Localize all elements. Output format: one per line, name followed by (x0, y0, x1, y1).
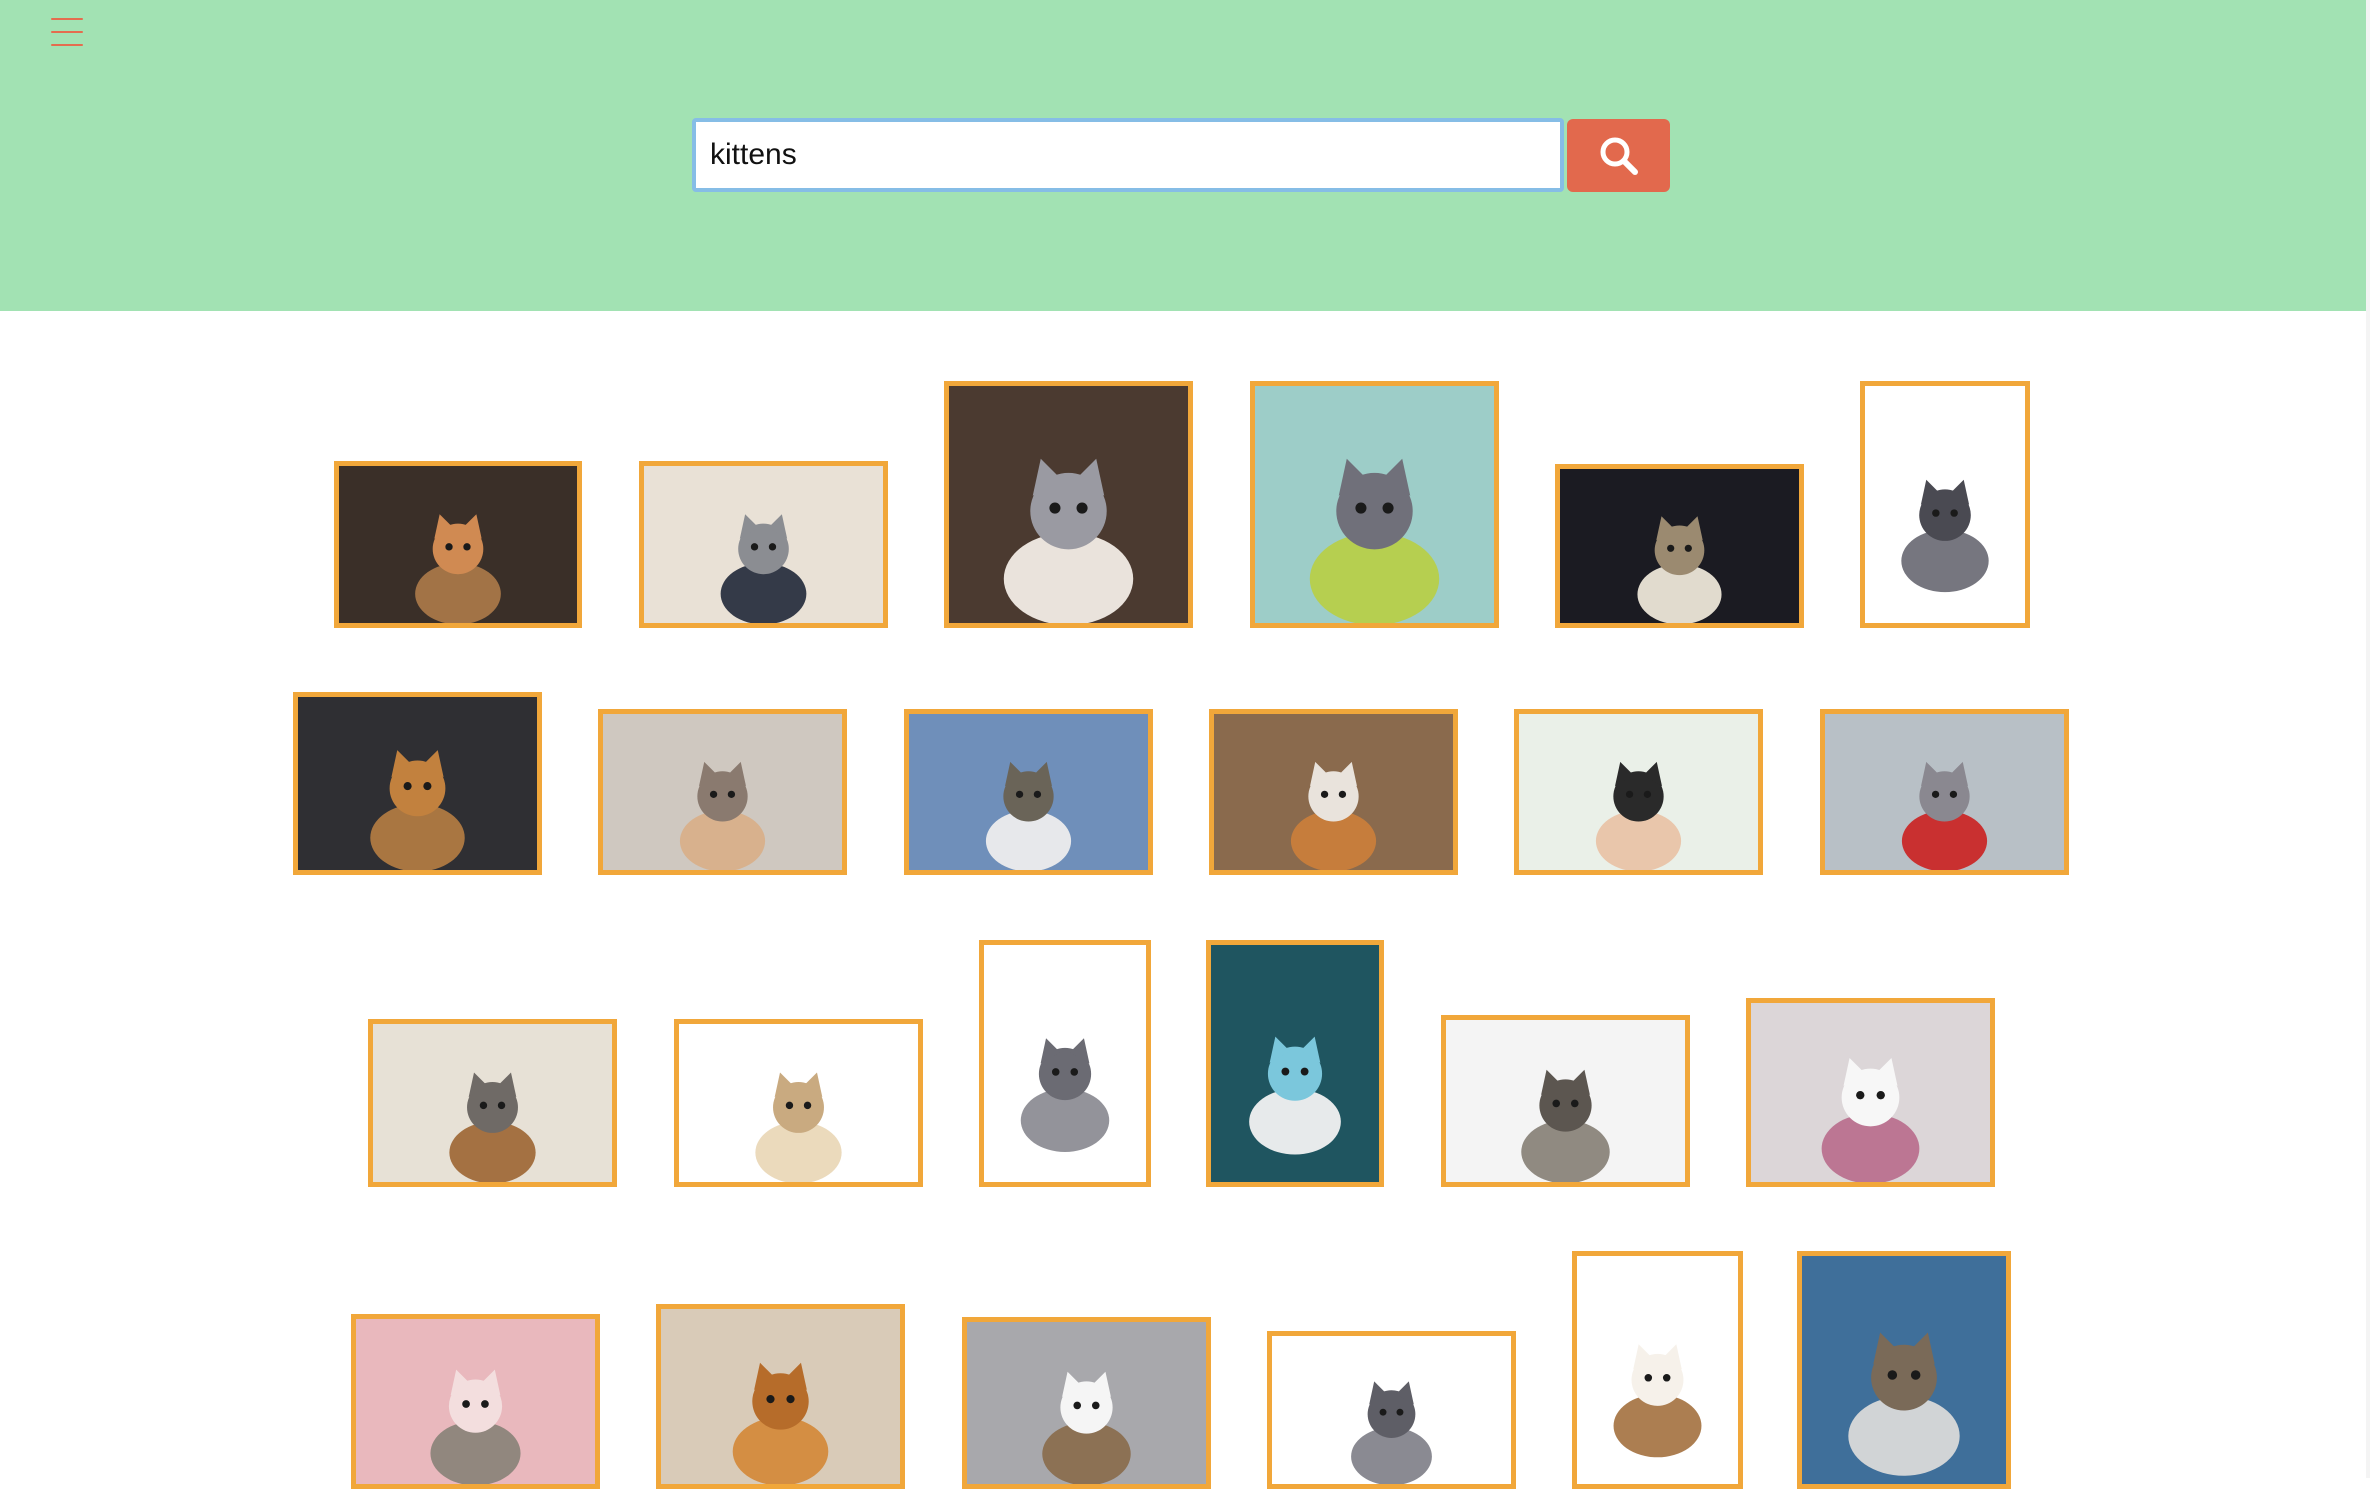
kitten-in-hammock-image (1560, 469, 1799, 623)
page-scroll-edge (2366, 0, 2370, 1478)
image-result-thumbnail[interactable] (1206, 940, 1384, 1187)
image-result-thumbnail[interactable] (293, 692, 542, 875)
sleeping-kittens-image (603, 714, 842, 870)
kittens-in-basket-image (298, 697, 537, 870)
tabby-kitten-on-pink-image (356, 1319, 595, 1484)
image-result-thumbnail[interactable] (1514, 709, 1763, 875)
image-result-thumbnail[interactable] (1820, 709, 2069, 875)
image-result-thumbnail[interactable] (1555, 464, 1804, 628)
image-result-thumbnail[interactable] (1572, 1251, 1743, 1489)
image-result-thumbnail[interactable] (639, 461, 888, 628)
image-result-thumbnail[interactable] (944, 381, 1193, 628)
kitten-in-cardboard-box-image (339, 466, 577, 623)
scottish-fold-kitten-image (1272, 1336, 1511, 1484)
image-result-thumbnail[interactable] (904, 709, 1153, 875)
kitten-on-teal-background-image (1211, 945, 1379, 1182)
image-result-thumbnail[interactable] (1267, 1331, 1516, 1489)
kitten-on-wood-floor-image (373, 1024, 612, 1182)
kitten-in-overalls-pocket-image (1802, 1256, 2006, 1484)
grey-kitten-on-white-image (984, 945, 1146, 1182)
kittens-held-in-hands-image (1519, 714, 1758, 870)
kitten-peeking-over-edge-image (1577, 1256, 1738, 1484)
image-result-thumbnail[interactable] (656, 1304, 905, 1489)
puppy-and-kitten-image (1214, 714, 1453, 870)
search-icon (1600, 137, 1638, 175)
white-kitten-under-sofa-image (1751, 1003, 1990, 1182)
search-button[interactable] (1567, 119, 1670, 192)
puppies-on-white-image (679, 1024, 918, 1182)
image-results-grid (0, 311, 2366, 1489)
image-result-thumbnail[interactable] (962, 1317, 1211, 1489)
search-input[interactable] (692, 118, 1564, 192)
image-result-thumbnail[interactable] (1209, 709, 1458, 875)
image-result-thumbnail[interactable] (368, 1019, 617, 1187)
image-result-thumbnail[interactable] (1860, 381, 2030, 628)
image-result-thumbnail[interactable] (334, 461, 582, 628)
image-result-thumbnail[interactable] (1441, 1015, 1690, 1187)
image-result-thumbnail[interactable] (979, 940, 1151, 1187)
search-header (0, 0, 2366, 311)
kitten-on-jeans-image (909, 714, 1148, 870)
image-result-thumbnail[interactable] (598, 709, 847, 875)
image-result-thumbnail[interactable] (1746, 998, 1995, 1187)
tabby-kitten-on-white-image (1865, 386, 2025, 623)
kitten-on-red-sweater-image (1825, 714, 2064, 870)
image-result-thumbnail[interactable] (1797, 1251, 2011, 1489)
image-result-thumbnail[interactable] (674, 1019, 923, 1187)
hamburger-menu-icon[interactable] (48, 14, 88, 54)
kitten-with-yarn-ball-image (949, 386, 1188, 623)
orange-kittens-image (661, 1309, 900, 1484)
walking-tabby-kitten-image (1446, 1020, 1685, 1182)
boy-holding-kitten-image (644, 466, 883, 623)
kitten-in-snow-image (967, 1322, 1206, 1484)
image-result-thumbnail[interactable] (1250, 381, 1499, 628)
kittens-in-frog-hats-image (1255, 386, 1494, 623)
image-result-thumbnail[interactable] (351, 1314, 600, 1489)
